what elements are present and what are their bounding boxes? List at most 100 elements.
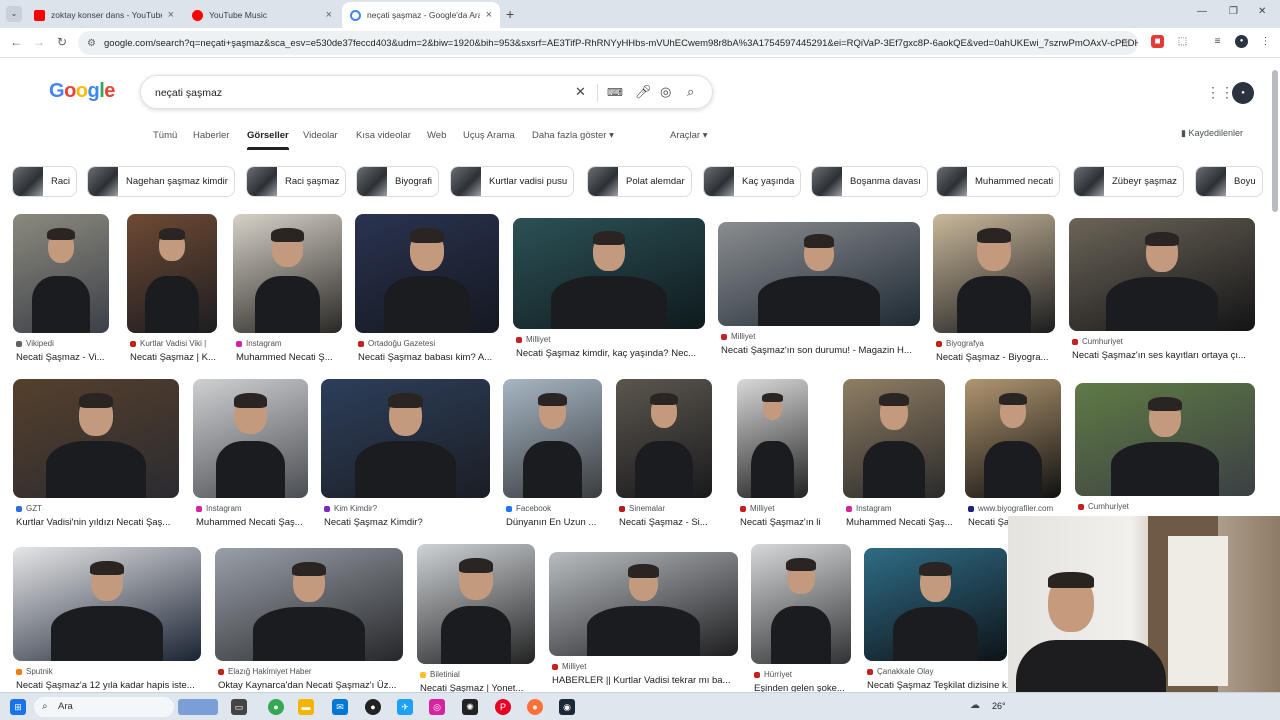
result-source[interactable]: Sinemalar — [619, 504, 715, 513]
result-thumbnail[interactable] — [321, 379, 490, 498]
image-result-card[interactable]: www.biyografiler.com Necati Şa... — [965, 379, 1061, 538]
search-query[interactable]: neçati şaşmaz — [155, 87, 222, 99]
image-result-card[interactable]: Vikipedi Necati Şaşmaz - Vi... — [13, 214, 109, 373]
result-source[interactable]: Elazığ Hakimiyet Haber — [218, 667, 406, 676]
result-title[interactable]: HABERLER || Kurtlar Vadisi tekrar mı ba.… — [552, 675, 751, 686]
chip[interactable]: Boşanma davası — [811, 166, 928, 197]
new-tab-button[interactable]: + — [506, 6, 514, 22]
result-title[interactable]: Necati Şaşmaz'ın ses kayıtları ortaya çı… — [1072, 350, 1268, 361]
image-result-card[interactable]: Instagram Muhammed Necati Şaş... — [843, 379, 953, 538]
taskbar-search[interactable]: ⌕ Ara — [34, 697, 174, 717]
result-thumbnail[interactable] — [233, 214, 342, 333]
image-result-card[interactable]: Instagram Muhammed Necati Ş... — [233, 214, 342, 373]
result-thumbnail[interactable] — [13, 214, 109, 333]
browser-tab-active[interactable]: neçati şaşmaz - Google'da Ara × — [342, 2, 500, 28]
result-thumbnail[interactable] — [127, 214, 217, 333]
tools-button[interactable]: Araçlar ▾ — [670, 130, 708, 141]
image-result-card[interactable]: Kurtlar Vadisi Viki | Necati Şaşmaz | K..… — [127, 214, 217, 373]
instagram-icon[interactable]: ◎ — [429, 699, 445, 715]
result-title[interactable]: Necati Şaşmaz Kimdir? — [324, 517, 503, 528]
search-icon[interactable]: ⌕ — [687, 84, 694, 100]
result-thumbnail[interactable] — [549, 552, 738, 656]
tab-short-videos[interactable]: Kısa videolar — [356, 130, 411, 141]
result-thumbnail[interactable] — [965, 379, 1061, 498]
image-result-card[interactable]: Elazığ Hakimiyet Haber Oktay Kaynarca'dan… — [215, 548, 403, 701]
result-source[interactable]: Kurtlar Vadisi Viki | — [130, 339, 220, 348]
result-title[interactable]: Muhammed Necati Şaş... — [846, 517, 958, 528]
result-source[interactable]: Milliyet — [721, 332, 923, 341]
result-thumbnail[interactable] — [1069, 218, 1255, 331]
tab-web[interactable]: Web — [427, 130, 446, 141]
tab-videos[interactable]: Videolar — [303, 130, 338, 141]
result-source[interactable]: Cumhuriyet — [1072, 337, 1258, 346]
result-thumbnail[interactable] — [513, 218, 705, 329]
result-title[interactable]: Necati Şaşmaz - Vi... — [16, 352, 122, 363]
result-source[interactable]: Biyografya — [936, 339, 1058, 348]
back-icon[interactable]: ← — [10, 35, 22, 49]
result-source[interactable]: Çanakkale Olay — [867, 667, 1010, 676]
result-thumbnail[interactable] — [718, 222, 920, 326]
close-tab-icon[interactable]: × — [168, 9, 174, 21]
close-tab-icon[interactable]: × — [326, 9, 332, 21]
tab-images[interactable]: Görseller — [247, 130, 289, 150]
result-title[interactable]: Necati Şaşmaz kimdir, kaç yaşında? Nec..… — [516, 348, 718, 359]
chip[interactable]: Muhammed necati — [936, 166, 1061, 197]
browser-tab[interactable]: YouTube Music × — [184, 2, 340, 28]
image-result-card[interactable]: Sputnik Necati Şaşmaz'a 12 yıla kadar hap… — [13, 547, 201, 701]
account-avatar[interactable]: ● — [1232, 82, 1254, 104]
result-thumbnail[interactable] — [13, 379, 179, 498]
saved-button[interactable]: ▮ Kaydedilenler — [1181, 128, 1243, 139]
image-result-card[interactable]: Milliyet HABERLER || Kurtlar Vadisi tekra… — [549, 552, 738, 696]
result-thumbnail[interactable] — [751, 544, 851, 664]
result-source[interactable]: Milliyet — [740, 504, 811, 513]
microphone-icon[interactable]: 🎤︎ — [635, 84, 652, 100]
image-result-card[interactable]: Biletinial Necati Şaşmaz | Yonet... — [417, 544, 535, 704]
chip[interactable]: Kaç yaşında — [703, 166, 802, 197]
chip[interactable]: Polat alemdar — [587, 166, 692, 197]
chip[interactable]: Nagehan şaşmaz kimdir — [87, 166, 235, 197]
tab-search-icon[interactable]: ⌄ — [6, 6, 22, 22]
image-result-card[interactable]: Biyografya Necati Şaşmaz - Biyogra... — [933, 214, 1055, 373]
image-result-card[interactable]: GZT Kurtlar Vadisi'nin yıldızı Necati Şaş… — [13, 379, 179, 538]
result-thumbnail[interactable] — [1075, 383, 1255, 496]
result-source[interactable]: Instagram — [846, 504, 948, 513]
chrome-icon[interactable]: ● — [268, 699, 284, 715]
image-result-card[interactable]: Sinemalar Necati Şaşmaz - Si... — [616, 379, 712, 538]
minimize-icon[interactable]: — — [1197, 6, 1207, 17]
result-thumbnail[interactable] — [616, 379, 712, 498]
image-result-card[interactable]: Cumhuriyet — [1075, 383, 1255, 536]
result-thumbnail[interactable] — [933, 214, 1055, 333]
chip[interactable]: Zübeyr şaşmaz — [1073, 166, 1184, 197]
tab-all[interactable]: Tümü — [153, 130, 177, 141]
result-source[interactable]: Milliyet — [516, 335, 708, 344]
result-title[interactable]: Oktay Kaynarca'dan Necati Şaşmaz'ı Üz... — [218, 680, 416, 691]
image-result-card[interactable]: Milliyet Necati Şaşmaz'ın li... — [737, 379, 821, 538]
file-explorer-icon[interactable]: ▬ — [298, 699, 314, 715]
restore-icon[interactable]: ❐ — [1229, 6, 1238, 17]
browser-tab[interactable]: zoktay konser dans - YouTube × — [26, 2, 182, 28]
image-result-card[interactable]: Ortadoğu Gazetesi Necati Şaşmaz babası ki… — [355, 214, 499, 373]
reading-list-icon[interactable]: ≡ — [1211, 35, 1224, 48]
task-view-icon[interactable]: ▭ — [231, 699, 247, 715]
mail-icon[interactable]: ✉ — [332, 699, 348, 715]
result-source[interactable]: Facebook — [506, 504, 605, 513]
image-result-card[interactable]: Instagram Muhammed Necati Şaş... — [193, 379, 308, 538]
page-scrollbar[interactable] — [1272, 70, 1278, 212]
result-thumbnail[interactable] — [417, 544, 535, 664]
result-source[interactable]: Milliyet — [552, 662, 741, 671]
result-thumbnail[interactable] — [13, 547, 201, 661]
extensions-puzzle-icon[interactable]: ⬚ — [1176, 35, 1189, 48]
result-thumbnail[interactable] — [864, 548, 1007, 661]
chip[interactable]: Biyografi — [356, 166, 439, 197]
chip[interactable]: Raci şaşmaz — [246, 166, 347, 197]
result-title[interactable]: Necati Şaşmaz | K... — [130, 352, 230, 363]
result-title[interactable]: Necati Şaşmaz'ın son durumu! - Magazin H… — [721, 345, 933, 356]
tab-flights[interactable]: Uçuş Arama — [463, 130, 515, 141]
result-title[interactable]: Muhammed Necati Ş... — [236, 352, 355, 363]
image-result-card[interactable]: Çanakkale Olay Necati Şaşmaz Teşkilat diz… — [864, 548, 1015, 701]
result-source[interactable]: Sputnik — [16, 667, 204, 676]
tab-news[interactable]: Haberler — [193, 130, 229, 141]
tab-more[interactable]: Daha fazla göster ▾ — [532, 130, 614, 141]
reload-icon[interactable]: ↻ — [57, 35, 67, 49]
close-window-icon[interactable]: ✕ — [1258, 6, 1266, 17]
